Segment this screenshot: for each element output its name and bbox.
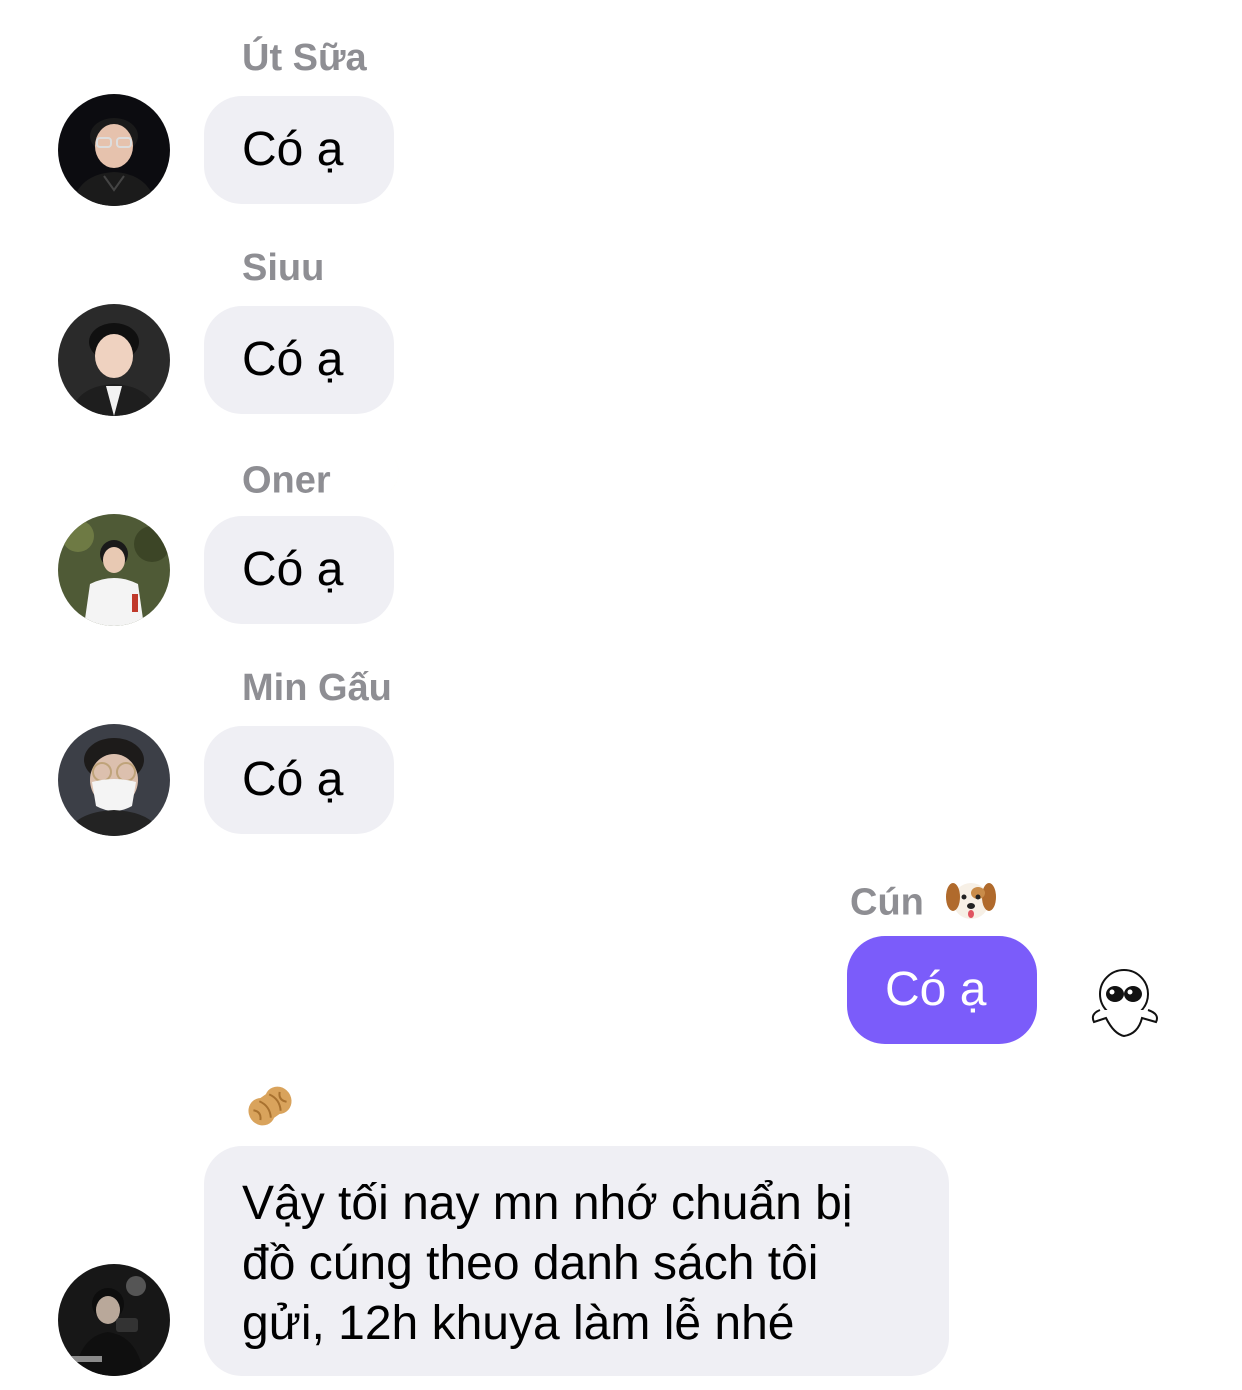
person-avatar-icon	[58, 514, 170, 626]
outgoing-message-bubble[interactable]: Có ạ	[847, 936, 1037, 1044]
sender-name-text: Cún	[850, 881, 924, 924]
message-line: Vậy tối nay mn nhớ chuẩn bị	[242, 1177, 853, 1230]
sender-name-siuu: Siuu	[242, 247, 325, 289]
person-avatar-icon	[58, 94, 170, 206]
sender-name-ut-sua: Út Sữa	[242, 37, 367, 79]
sender-name-text: Oner	[242, 459, 331, 502]
message-line: gửi, 12h khuya làm lễ nhé	[242, 1297, 795, 1350]
sender-name-cun: Cún	[850, 875, 998, 934]
peanut-icon	[242, 1078, 298, 1134]
person-avatar-icon	[58, 724, 170, 836]
crescent-moon-icon	[351, 452, 405, 513]
sender-name-oner: Oner	[242, 452, 405, 513]
avatar-ut-sua[interactable]	[58, 94, 170, 206]
avatar-min-gau[interactable]	[58, 724, 170, 836]
person-avatar-icon	[58, 304, 170, 416]
dog-face-icon	[944, 875, 998, 934]
sender-name-min-gau: Min Gấu	[242, 667, 392, 709]
person-avatar-icon	[58, 1264, 170, 1376]
avatar-siuu[interactable]	[58, 304, 170, 416]
read-receipt-sticker-icon	[1086, 964, 1164, 1042]
message-bubble[interactable]: Có ạ	[204, 726, 394, 834]
avatar-sender[interactable]	[58, 1264, 170, 1376]
message-bubble[interactable]: Có ạ	[204, 516, 394, 624]
avatar-oner[interactable]	[58, 514, 170, 626]
message-line: đồ cúng theo danh sách tôi	[242, 1237, 819, 1290]
message-bubble[interactable]: Có ạ	[204, 96, 394, 204]
message-bubble[interactable]: Có ạ	[204, 306, 394, 414]
message-bubble[interactable]: Vậy tối nay mn nhớ chuẩn bị đồ cúng theo…	[204, 1146, 949, 1376]
